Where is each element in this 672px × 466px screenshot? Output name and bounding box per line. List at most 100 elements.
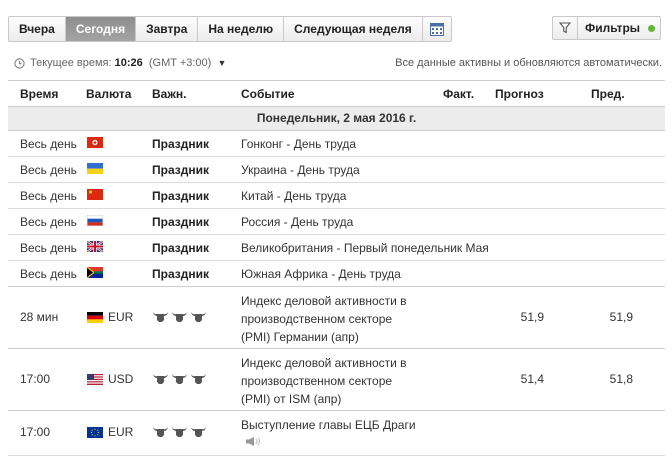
event-importance: Праздник [152, 267, 209, 281]
event-currency: EUR [108, 425, 134, 439]
event-time: 17:00 [20, 372, 51, 386]
event-line: (PMI) Германии (апр) [241, 330, 359, 344]
event-name[interactable]: Украина - День труда [241, 163, 360, 177]
event-time: Весь день [20, 163, 77, 177]
bull-icon [172, 312, 187, 322]
bull-icon [191, 374, 206, 384]
col-importance: Важн. [152, 87, 187, 101]
bull-icon [172, 427, 187, 437]
event-time: Весь день [20, 137, 77, 151]
event-previous: 51,9 [609, 310, 633, 324]
flag-cn-icon [87, 189, 103, 203]
current-time-label: Текущее время: [30, 57, 112, 69]
event-forecast: 51,9 [520, 310, 544, 324]
day-header: Понедельник, 2 мая 2016 г. [8, 107, 665, 131]
bull-icon [191, 427, 206, 437]
table-row[interactable]: Весь день Праздник Россия - День труда [8, 209, 665, 235]
clock-icon [14, 58, 25, 72]
importance-bulls [152, 372, 207, 385]
current-time-value: 10:26 [114, 57, 143, 69]
event-line: производственном секторе [241, 312, 393, 326]
table-header: Время Валюта Важн. Событие Факт. Прогноз… [8, 81, 665, 107]
col-forecast: Прогноз [495, 87, 544, 101]
timezone-value: (GMT +3:00) [148, 57, 212, 69]
table-row[interactable]: Весь день Праздник Украина - День труда [8, 157, 665, 183]
event-name[interactable]: Великобритания - Первый понедельник Мая [241, 241, 489, 255]
importance-bulls [152, 310, 207, 323]
bull-icon [191, 312, 206, 322]
event-importance: Праздник [152, 241, 209, 255]
event-time: Весь день [20, 189, 77, 203]
event-time: 28 мин [20, 310, 59, 324]
col-actual: Факт. [443, 87, 475, 101]
col-previous: Пред. [591, 87, 625, 101]
table-row[interactable]: 28 мин EUR Индекс деловой активности в п… [8, 287, 665, 349]
event-time: 17:00 [20, 425, 51, 439]
event-line: производственном секторе [241, 374, 393, 388]
event-time: Весь день [20, 241, 77, 255]
event-importance: Праздник [152, 189, 209, 203]
filters-label: Фильтры [585, 21, 641, 35]
event-forecast: 51,4 [520, 372, 544, 386]
filters-status-dot [648, 24, 656, 32]
calendar-button[interactable] [423, 17, 451, 41]
events-table: Время Валюта Важн. Событие Факт. Прогноз… [8, 80, 665, 456]
flag-ua-icon [87, 163, 103, 177]
table-row[interactable]: Весь день Праздник Великобритания - Перв… [8, 235, 665, 261]
event-name[interactable]: Китай - День труда [241, 189, 346, 203]
event-line: Индекс деловой активности в [241, 356, 407, 370]
flag-za-icon [86, 266, 103, 281]
event-name[interactable]: Индекс деловой активности в производстве… [241, 354, 407, 408]
flag-ru-icon [86, 214, 104, 229]
auto-update-note: Все данные активны и обновляются автомат… [395, 57, 662, 69]
event-importance: Праздник [152, 163, 209, 177]
event-name[interactable]: Россия - День труда [241, 215, 353, 229]
flag-de-icon [87, 312, 103, 326]
chevron-down-icon: ▼ [217, 58, 227, 68]
event-previous: 51,8 [609, 372, 633, 386]
event-name[interactable]: Индекс деловой активности в производстве… [241, 292, 407, 346]
table-row[interactable]: Весь день Праздник Китай - День труда [8, 183, 665, 209]
event-time: Весь день [20, 267, 77, 281]
event-line: Выступление главы ЕЦБ Драги [241, 418, 416, 432]
tab-yesterday[interactable]: Вчера [9, 17, 66, 41]
filter-icon [553, 16, 578, 40]
flag-gb-icon [86, 240, 104, 255]
timezone-selector[interactable]: Текущее время: 10:26 (GMT +3:00) ▼ [30, 57, 226, 69]
table-row[interactable]: Весь день Праздник Южная Африка - День т… [8, 261, 665, 287]
time-row: Текущее время: 10:26 (GMT +3:00) ▼ Все д… [14, 57, 662, 73]
table-row[interactable]: 17:00 USD Индекс деловой активности в пр… [8, 349, 665, 411]
filters-button[interactable]: Фильтры [552, 16, 661, 40]
event-name[interactable]: Южная Африка - День труда [241, 267, 401, 281]
event-name[interactable]: Выступление главы ЕЦБ Драги [241, 416, 416, 452]
flag-us-icon [87, 374, 103, 388]
event-currency: USD [108, 372, 134, 386]
event-importance: Праздник [152, 137, 209, 151]
economic-calendar: Вчера Сегодня Завтра На неделю Следующая… [0, 0, 672, 466]
event-line: (PMI) от ISM (апр) [241, 392, 342, 406]
bull-icon [172, 374, 187, 384]
event-currency: EUR [108, 310, 134, 324]
flag-eu-icon [87, 427, 103, 441]
event-time: Весь день [20, 215, 77, 229]
calendar-icon [429, 22, 444, 36]
bull-icon [153, 427, 168, 437]
bull-icon [153, 374, 168, 384]
col-currency: Валюта [86, 87, 132, 101]
table-row[interactable]: 17:00 EUR Выступление главы ЕЦБ Драги [8, 411, 665, 456]
flag-hk-icon [87, 137, 103, 151]
event-name[interactable]: Гонконг - День труда [241, 137, 356, 151]
speaker-icon [241, 434, 416, 452]
tab-this-week[interactable]: На неделю [198, 17, 285, 41]
tab-tomorrow[interactable]: Завтра [136, 17, 199, 41]
event-importance: Праздник [152, 215, 209, 229]
col-time: Время [20, 87, 59, 101]
period-tabs: Вчера Сегодня Завтра На неделю Следующая… [8, 16, 452, 42]
tab-next-week[interactable]: Следующая неделя [284, 17, 423, 41]
table-row[interactable]: Весь день Праздник Гонконг - День труда [8, 131, 665, 157]
importance-bulls [152, 425, 207, 438]
tab-today[interactable]: Сегодня [65, 17, 137, 41]
bull-icon [153, 312, 168, 322]
event-line: Индекс деловой активности в [241, 294, 407, 308]
col-event: Событие [241, 87, 295, 101]
